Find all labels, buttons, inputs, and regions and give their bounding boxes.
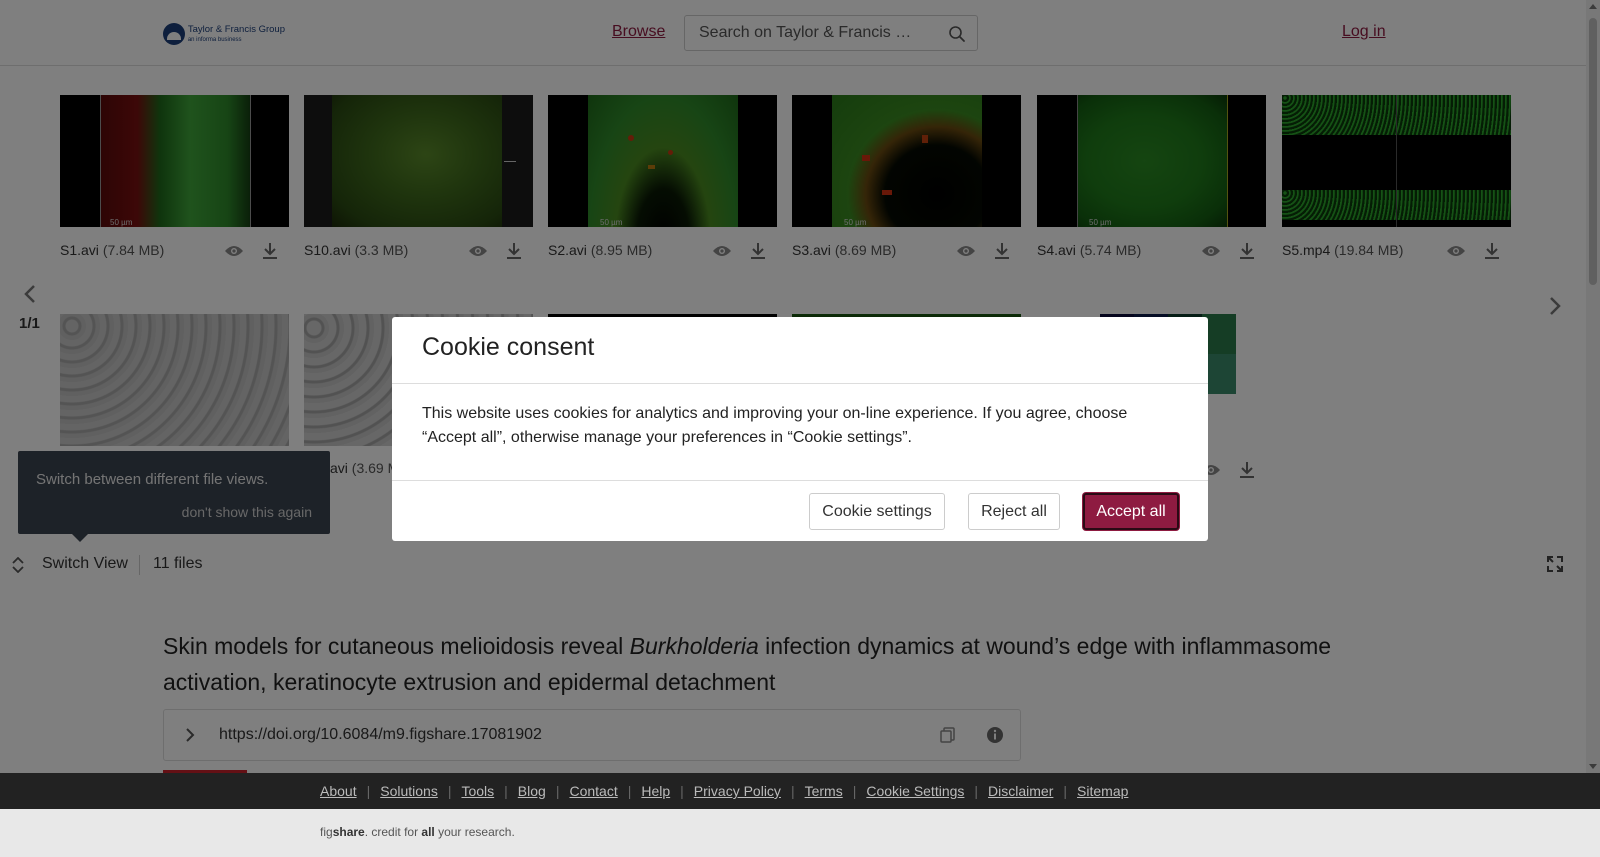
cookie-consent-dialog: Cookie consent This website uses cookies… [392,317,1208,541]
footer-link-tools[interactable]: Tools [461,783,494,799]
footer-link-about[interactable]: About [320,783,357,799]
footer-links-bar: About | Solutions | Tools | Blog | Contact | … [0,773,1600,809]
cookie-settings-button[interactable]: Cookie settings [809,493,945,530]
footer-link-cookie-settings[interactable]: Cookie Settings [866,783,964,799]
footer-link-disclaimer[interactable]: Disclaimer [988,783,1053,799]
figshare-credit: figshare. credit for all your research. [320,825,515,839]
accept-all-button[interactable]: Accept all [1083,493,1179,530]
footer-link-help[interactable]: Help [641,783,670,799]
footer-link-terms[interactable]: Terms [805,783,843,799]
footer-link-solutions[interactable]: Solutions [380,783,438,799]
cookie-dialog-title: Cookie consent [422,333,595,361]
footer-link-contact[interactable]: Contact [569,783,617,799]
reject-all-button[interactable]: Reject all [968,493,1060,530]
footer-credit-bar: figshare. credit for all your research. [0,809,1600,857]
cookie-dialog-text: This website uses cookies for analytics … [422,405,1128,446]
footer-link-blog[interactable]: Blog [518,783,546,799]
footer-link-sitemap[interactable]: Sitemap [1077,783,1128,799]
footer-link-privacy-policy[interactable]: Privacy Policy [694,783,781,799]
